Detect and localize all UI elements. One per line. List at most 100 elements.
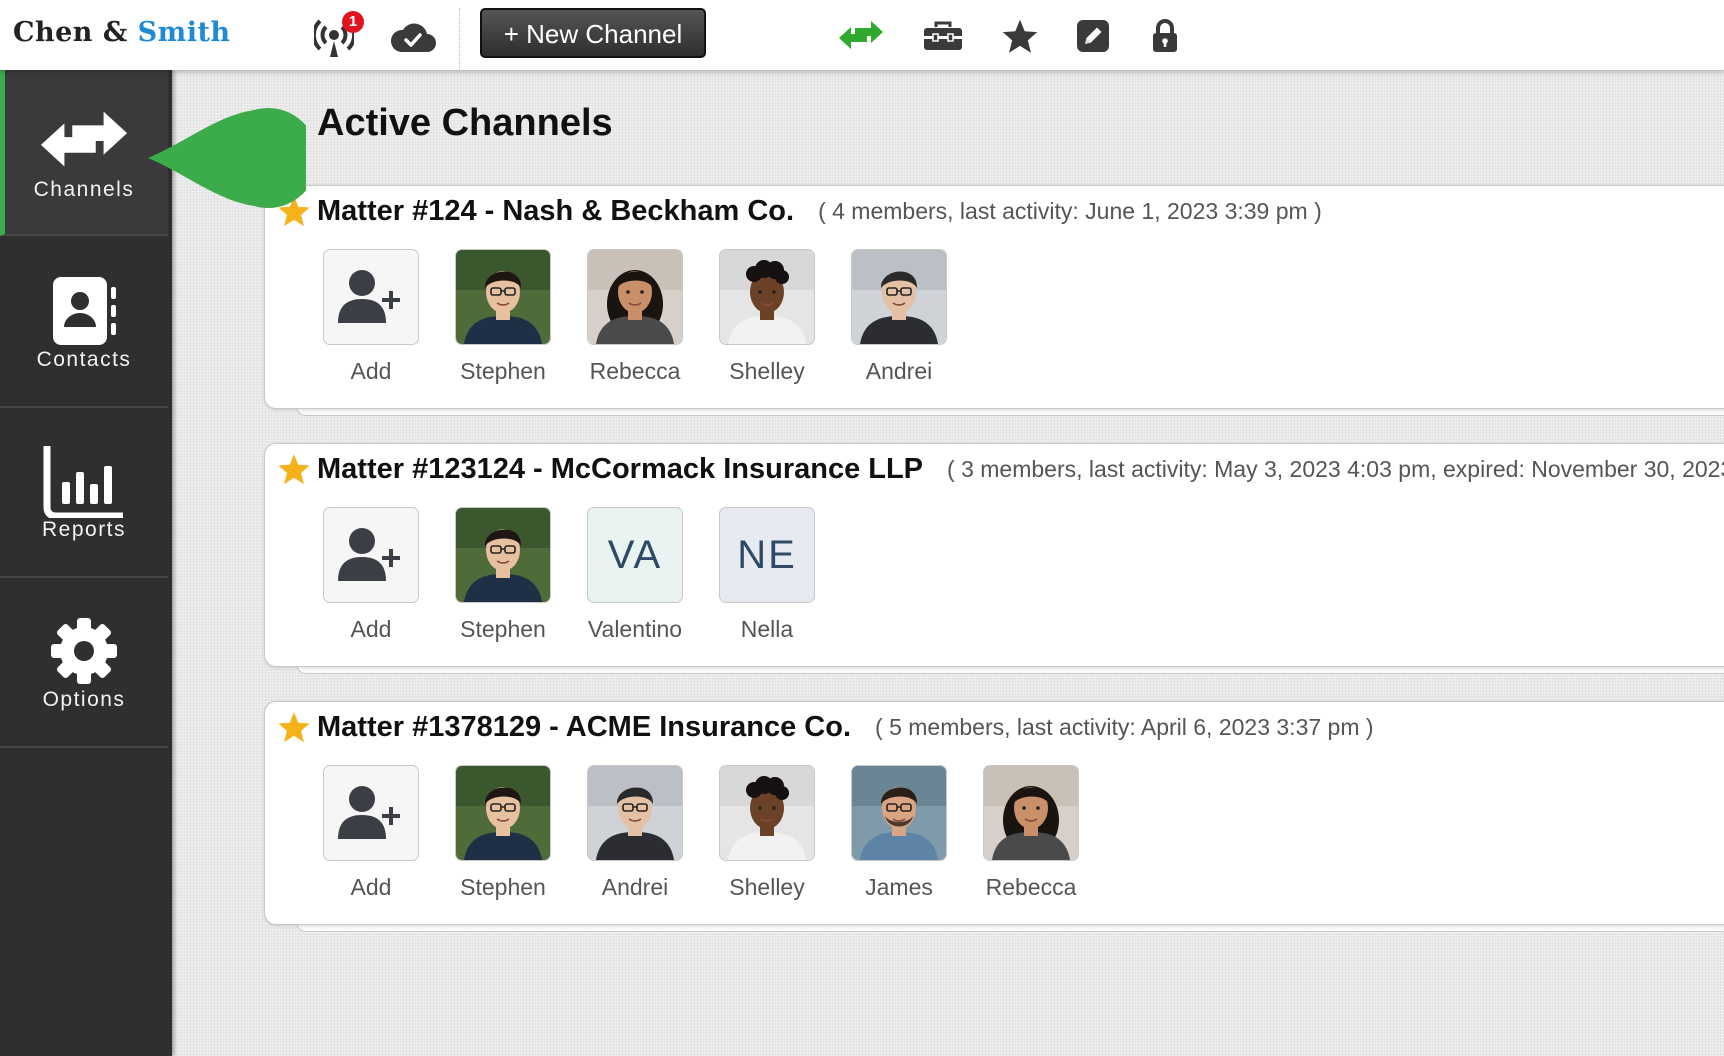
- lock-icon: [1153, 19, 1177, 52]
- channel-meta: ( 4 members, last activity: June 1, 2023…: [818, 197, 1322, 224]
- add-member-tile[interactable]: [323, 507, 419, 603]
- cloud-check-icon: [390, 23, 436, 52]
- member-name: Andrei: [601, 874, 669, 900]
- member-item[interactable]: James: [833, 765, 965, 901]
- brand-logo[interactable]: Chen & Smith: [13, 17, 231, 48]
- member-item[interactable]: Stephen: [437, 507, 569, 643]
- member-item[interactable]: Shelley: [701, 249, 833, 385]
- member-avatar[interactable]: [455, 765, 551, 861]
- member-item[interactable]: NE Nella: [701, 507, 833, 643]
- add-user-icon: [338, 786, 400, 839]
- edit-button[interactable]: [1071, 14, 1115, 58]
- member-avatar[interactable]: [983, 765, 1079, 861]
- add-member-label: Add: [350, 616, 392, 642]
- add-member-tile[interactable]: [323, 765, 419, 861]
- member-avatar[interactable]: [719, 765, 815, 861]
- member-avatar[interactable]: [851, 765, 947, 861]
- sidebar-item-options[interactable]: Options: [0, 580, 168, 748]
- add-user-icon: [338, 528, 400, 581]
- member-avatar[interactable]: NE: [719, 507, 815, 603]
- member-name: Stephen: [460, 616, 546, 642]
- channel-header: Matter #1378129 - ACME Insurance Co. ( 5…: [277, 710, 1374, 744]
- channel-card-stack: Matter #1378129 - ACME Insurance Co. ( 5…: [264, 701, 1724, 951]
- channel-header: Matter #123124 - McCormack Insurance LLP…: [277, 452, 1724, 486]
- member-name: Shelley: [729, 358, 805, 384]
- member-name: Stephen: [460, 358, 546, 384]
- broadcast-button[interactable]: 1: [312, 11, 364, 58]
- channel-meta: ( 3 members, last activity: May 3, 2023 …: [947, 455, 1724, 482]
- channel-card-stack: Matter #124 - Nash & Beckham Co. ( 4 mem…: [264, 185, 1724, 435]
- member-item[interactable]: Stephen: [437, 249, 569, 385]
- member-initials: VA: [607, 532, 663, 577]
- favorites-button[interactable]: [998, 14, 1042, 58]
- sidebar-item-label: Channels: [33, 178, 135, 201]
- star-icon: [1002, 19, 1038, 53]
- member-item[interactable]: Andrei: [833, 249, 965, 385]
- channel-card-stack: Matter #123124 - McCormack Insurance LLP…: [264, 443, 1724, 693]
- main-content: Active Channels Matter #124 - Nash & Bec…: [172, 70, 1724, 1056]
- member-item[interactable]: Rebecca: [569, 249, 701, 385]
- add-member-tile[interactable]: [323, 249, 419, 345]
- member-name: Stephen: [460, 874, 546, 900]
- toolbar-divider: [459, 8, 460, 70]
- add-member-button[interactable]: Add: [305, 249, 437, 385]
- lock-button[interactable]: [1143, 14, 1187, 58]
- channel-title[interactable]: Matter #1378129 - ACME Insurance Co.: [317, 711, 851, 744]
- transfer-arrows-icon: [839, 21, 883, 49]
- bar-chart-icon: [43, 446, 123, 518]
- notification-badge: 1: [342, 11, 364, 33]
- member-avatar[interactable]: [587, 765, 683, 861]
- member-item[interactable]: Andrei: [569, 765, 701, 901]
- brand-name-part2: Smith: [137, 17, 231, 48]
- sidebar-item-label: Contacts: [36, 348, 132, 371]
- member-avatar[interactable]: VA: [587, 507, 683, 603]
- sidebar-item-channels[interactable]: Channels: [0, 70, 168, 236]
- member-avatar[interactable]: [851, 249, 947, 345]
- member-name: Nella: [740, 616, 794, 642]
- member-item[interactable]: VA Valentino: [569, 507, 701, 643]
- edit-icon: [1077, 20, 1109, 52]
- sidebar: Channels Contacts Reports Options: [0, 70, 172, 1056]
- page-title: Active Channels: [317, 102, 613, 144]
- favorite-star-icon[interactable]: [277, 710, 311, 744]
- top-bar: Chen & Smith 1 + New Channel: [0, 0, 1724, 70]
- toolbox-button[interactable]: [920, 14, 966, 58]
- gear-icon: [51, 618, 117, 684]
- member-avatar[interactable]: [719, 249, 815, 345]
- channel-card[interactable]: Matter #124 - Nash & Beckham Co. ( 4 mem…: [264, 185, 1724, 409]
- favorite-star-icon[interactable]: [277, 452, 311, 486]
- member-item[interactable]: Rebecca: [965, 765, 1097, 901]
- add-member-label: Add: [350, 874, 392, 900]
- toolbox-icon: [924, 21, 962, 50]
- member-name: Shelley: [729, 874, 805, 900]
- member-name: Rebecca: [985, 874, 1077, 900]
- transfer-arrows-icon: [40, 111, 128, 167]
- member-avatar[interactable]: [587, 249, 683, 345]
- member-name: Andrei: [865, 358, 933, 384]
- channel-card[interactable]: Matter #1378129 - ACME Insurance Co. ( 5…: [264, 701, 1724, 925]
- member-avatar[interactable]: [455, 249, 551, 345]
- sidebar-item-contacts[interactable]: Contacts: [0, 240, 168, 408]
- add-member-label: Add: [350, 358, 392, 384]
- add-member-button[interactable]: Add: [305, 507, 437, 643]
- channel-header: Matter #124 - Nash & Beckham Co. ( 4 mem…: [277, 194, 1322, 228]
- transfer-button[interactable]: [836, 14, 886, 58]
- channel-meta: ( 5 members, last activity: April 6, 202…: [875, 713, 1374, 740]
- contact-book-icon: [53, 277, 116, 345]
- add-user-icon: [338, 270, 400, 323]
- channel-title[interactable]: Matter #124 - Nash & Beckham Co.: [317, 195, 794, 228]
- add-member-button[interactable]: Add: [305, 765, 437, 901]
- new-channel-button[interactable]: + New Channel: [480, 8, 706, 58]
- member-item[interactable]: Stephen: [437, 765, 569, 901]
- member-item[interactable]: Shelley: [701, 765, 833, 901]
- member-initials: NE: [737, 532, 797, 577]
- sidebar-item-label: Options: [42, 688, 126, 711]
- sidebar-item-label: Reports: [41, 518, 127, 541]
- channel-card[interactable]: Matter #123124 - McCormack Insurance LLP…: [264, 443, 1724, 667]
- cloud-sync-button[interactable]: [388, 14, 438, 58]
- sidebar-item-reports[interactable]: Reports: [0, 410, 168, 578]
- member-name: James: [865, 874, 933, 900]
- member-name: Valentino: [587, 616, 683, 642]
- member-avatar[interactable]: [455, 507, 551, 603]
- channel-title[interactable]: Matter #123124 - McCormack Insurance LLP: [317, 453, 923, 486]
